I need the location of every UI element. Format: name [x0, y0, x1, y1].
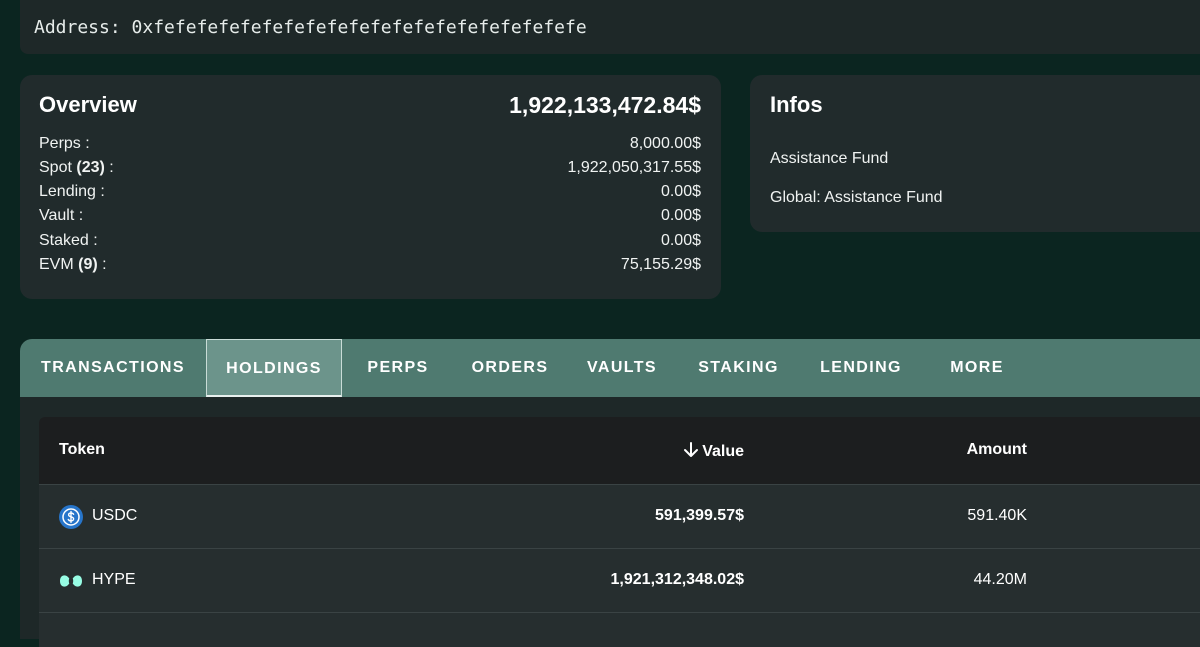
overview-card: Overview 1,922,133,472.84$ Perps : 8,000…	[20, 75, 721, 299]
tabs-bar: TRANSACTIONS HOLDINGS PERPS ORDERS VAULT…	[20, 339, 1200, 397]
column-header-token[interactable]: Token	[59, 441, 105, 459]
token-value: 1,921,312,348.02$	[610, 571, 744, 588]
overview-row-value: 75,155.29$	[620, 256, 701, 273]
column-header-value-label: Value	[702, 443, 744, 460]
hype-icon	[60, 575, 82, 587]
tabs-panel: TRANSACTIONS HOLDINGS PERPS ORDERS VAULT…	[20, 339, 1200, 647]
tab-transactions[interactable]: TRANSACTIONS	[20, 339, 206, 397]
overview-row-label: Staked :	[39, 232, 98, 249]
token-value: 591,399.57$	[655, 507, 744, 524]
overview-title: Overview	[39, 92, 137, 117]
infos-card: Infos Assistance Fund Global: Assistance…	[750, 75, 1200, 232]
tab-holdings[interactable]: HOLDINGS	[206, 339, 342, 397]
overview-row-staked: Staked : 0.00$	[39, 232, 701, 254]
tab-vaults[interactable]: VAULTS	[566, 339, 678, 397]
infos-title: Infos	[770, 92, 823, 117]
table-row[interactable]: USDC 591,399.57$ 591.40K	[39, 485, 1200, 549]
tab-staking[interactable]: STAKING	[678, 339, 799, 397]
tab-more[interactable]: MORE	[923, 339, 1031, 397]
overview-row-vault: Vault : 0.00$	[39, 207, 701, 229]
address-bar: Address: 0xfefefefefefefefefefefefefefef…	[20, 0, 1200, 54]
overview-row-value: 0.00$	[660, 232, 701, 249]
overview-row-value: 0.00$	[660, 207, 701, 224]
address-label: Address:	[34, 17, 121, 38]
token-name: USDC	[92, 507, 138, 524]
overview-row-label: Spot (23) :	[39, 159, 114, 176]
overview-row-perps: Perps : 8,000.00$	[39, 135, 701, 157]
usdc-icon	[59, 505, 83, 529]
overview-row-value: 1,922,050,317.55$	[567, 159, 701, 176]
column-header-value[interactable]: Value	[683, 441, 744, 461]
overview-row-label: Perps :	[39, 135, 90, 152]
info-line: Global: Assistance Fund	[770, 189, 943, 206]
address-value[interactable]: 0xfefefefefefefefefefefefefefefefefefefe…	[132, 17, 587, 38]
token-amount: 591.40K	[967, 507, 1027, 524]
address-text: Address: 0xfefefefefefefefefefefefefefef…	[34, 17, 587, 38]
overview-row-value: 8,000.00$	[629, 135, 701, 152]
tab-lending[interactable]: LENDING	[799, 339, 923, 397]
token-name: HYPE	[92, 571, 136, 588]
overview-row-spot: Spot (23) : 1,922,050,317.55$	[39, 159, 701, 181]
overview-row-label: EVM (9) :	[39, 256, 107, 273]
holdings-table: Token Value Amount USDC 591,399.57$ 591.…	[39, 417, 1200, 647]
tab-orders[interactable]: ORDERS	[454, 339, 566, 397]
overview-row-lending: Lending : 0.00$	[39, 183, 701, 205]
arrow-down-icon	[684, 442, 699, 457]
table-header: Token Value Amount	[39, 417, 1200, 485]
overview-row-value: 0.00$	[660, 183, 701, 200]
column-header-amount[interactable]: Amount	[967, 441, 1027, 459]
info-line: Assistance Fund	[770, 150, 889, 167]
overview-row-label: Lending :	[39, 183, 105, 200]
tab-perps[interactable]: PERPS	[342, 339, 454, 397]
table-row[interactable]: HYPE 1,921,312,348.02$ 44.20M	[39, 549, 1200, 613]
token-amount: 44.20M	[973, 571, 1027, 588]
overview-row-evm: EVM (9) : 75,155.29$	[39, 256, 701, 278]
overview-total: 1,922,133,472.84$	[509, 92, 701, 118]
overview-row-label: Vault :	[39, 207, 84, 224]
